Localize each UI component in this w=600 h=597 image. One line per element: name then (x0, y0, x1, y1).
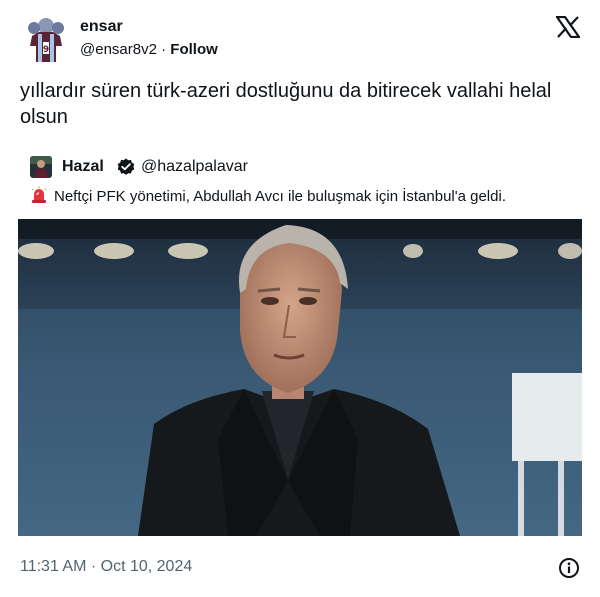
author-meta: @ensar8v2 · Follow (80, 41, 218, 58)
author-name[interactable]: ensar (80, 18, 123, 36)
author-handle[interactable]: @ensar8v2 (80, 41, 157, 58)
follow-button[interactable]: Follow (170, 41, 218, 58)
man-in-black-blazer-stadium-photo[interactable] (18, 219, 582, 536)
quoted-text-body: Neftçi PFK yönetimi, Abdullah Avcı ile b… (54, 188, 506, 205)
verified-badge-icon (117, 158, 135, 176)
team-jersey-avatar-icon: 9 (28, 18, 64, 62)
police-siren-icon (30, 186, 48, 204)
quoted-author-name[interactable]: Hazal (62, 158, 104, 176)
svg-text:9: 9 (43, 45, 49, 55)
author-avatar[interactable]: 9 (24, 16, 68, 64)
quoted-author-handle[interactable]: @hazalpalavar (141, 158, 248, 176)
x-logo-icon[interactable] (554, 15, 582, 39)
quoted-avatar-image (30, 156, 52, 178)
quoted-tweet-text: Neftçi PFK yönetimi, Abdullah Avcı ile b… (30, 186, 570, 207)
quoted-tweet-header: Hazal @hazalpalavar (30, 156, 570, 178)
tweet-text: yıllardır süren türk-azeri dostluğunu da… (20, 80, 552, 128)
quoted-author-avatar[interactable] (30, 156, 52, 178)
tweet-timestamp[interactable]: 11:31 AM · Oct 10, 2024 (20, 558, 192, 576)
tweet-header: 9 ensar @ensar8v2 · Follow (20, 14, 582, 66)
meta-separator: · (161, 41, 167, 58)
info-icon[interactable] (558, 557, 580, 579)
